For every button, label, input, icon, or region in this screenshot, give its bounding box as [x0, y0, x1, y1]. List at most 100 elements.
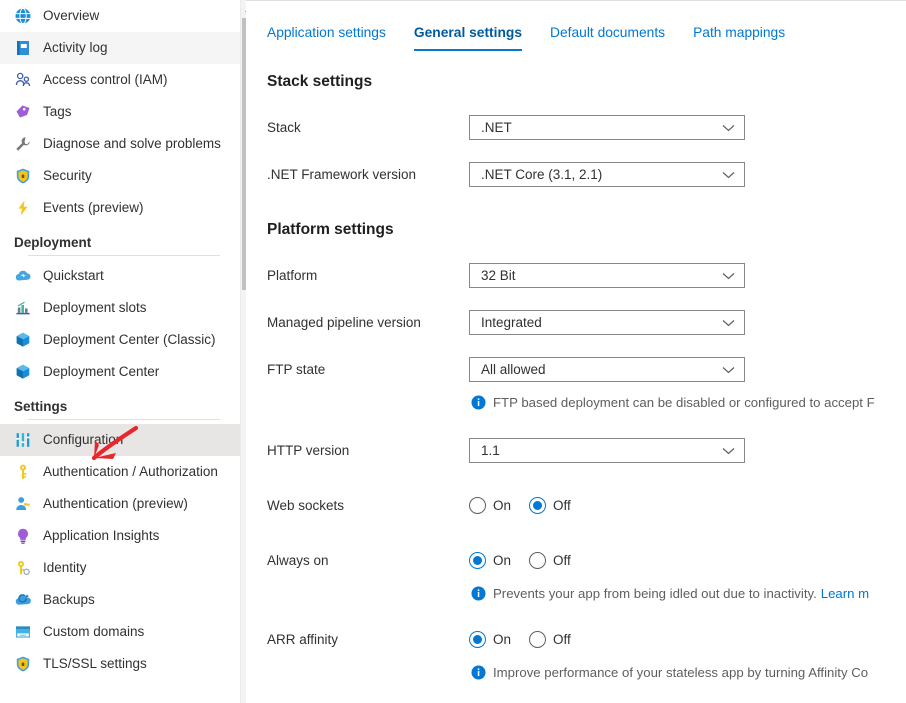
sidebar-item-label: Authentication / Authorization [43, 464, 218, 479]
label-managed-pipeline-version: Managed pipeline version [267, 315, 421, 330]
tab-application-settings[interactable]: Application settings [267, 25, 386, 51]
stack-dropdown[interactable]: .NET [469, 115, 745, 140]
sidebar-group-divider [28, 419, 220, 420]
managed-pipeline-version-dropdown[interactable]: Integrated [469, 310, 745, 335]
backup-cloud-icon [14, 591, 32, 609]
sidebar-group-title-settings: Settings [14, 399, 68, 414]
chevron-down-icon [722, 120, 736, 135]
sidebar-item-configuration[interactable]: Configuration [0, 424, 240, 456]
radio-indicator[interactable] [529, 631, 547, 648]
sidebar-group-divider [28, 255, 220, 256]
sidebar-item-authentication-authorization[interactable]: Authentication / Authorization [0, 456, 240, 488]
sidebar-item-tags[interactable]: Tags [0, 96, 240, 128]
arr-affinity-off-option[interactable]: Off [529, 631, 571, 648]
sidebar-item-application-insights[interactable]: Application Insights [0, 520, 240, 552]
sidebar-item-label: Security [43, 168, 92, 183]
stack-dropdown-value: .NET [481, 120, 512, 135]
sidebar-item-tls-ssl-settings[interactable]: TLS/SSL settings [0, 648, 240, 680]
arr-affinity-off-label: Off [553, 632, 571, 647]
cube-icon [14, 363, 32, 381]
always-on-off-label: Off [553, 553, 571, 568]
http-version-value: 1.1 [481, 443, 500, 458]
chart-icon [14, 299, 32, 317]
row-http-version: HTTP version 1.1 [246, 434, 906, 467]
always-on-off-option[interactable]: Off [529, 552, 571, 569]
arr-affinity-radio-group: On Off [469, 631, 906, 648]
info-icon [471, 395, 486, 410]
row-web-sockets: Web sockets On Off [246, 489, 906, 522]
sidebar-item-quickstart[interactable]: Quickstart [0, 260, 240, 292]
always-on-radio-group: On Off [469, 552, 906, 569]
row-arr-affinity: ARR affinity On Off [246, 623, 906, 656]
cube-icon [14, 331, 32, 349]
sidebar-item-label: Tags [43, 104, 72, 119]
wrench-icon [14, 135, 32, 153]
sidebar-item-label: Backups [43, 592, 95, 607]
sidebar-item-label: Custom domains [43, 624, 145, 639]
radio-indicator[interactable] [469, 552, 486, 569]
always-on-info-text: Prevents your app from being idled out d… [493, 586, 817, 601]
web-sockets-off-label: Off [553, 498, 571, 513]
radio-indicator[interactable] [529, 497, 547, 514]
sidebar-item-label: Quickstart [43, 268, 104, 283]
configuration-content-panel: Application settings General settings Defa… [246, 0, 906, 703]
shield-icon [14, 167, 32, 185]
ftp-state-dropdown[interactable]: All allowed [469, 357, 745, 382]
web-sockets-off-option[interactable]: Off [529, 497, 571, 514]
sidebar-item-identity[interactable]: Identity [0, 552, 240, 584]
info-icon [471, 665, 486, 680]
sidebar-item-overview[interactable]: Overview [0, 0, 240, 32]
svg-text:www: www [20, 633, 27, 637]
sidebar-item-deployment-slots[interactable]: Deployment slots [0, 292, 240, 324]
sidebar-item-label: Identity [43, 560, 87, 575]
sidebar-item-diagnose-and-solve-problems[interactable]: Diagnose and solve problems [0, 128, 240, 160]
web-sockets-on-option[interactable]: On [469, 497, 511, 514]
sidebar-item-deployment-center-classic[interactable]: Deployment Center (Classic) [0, 324, 240, 356]
label-web-sockets: Web sockets [267, 498, 345, 513]
arr-affinity-info-text: Improve performance of your stateless ap… [493, 665, 869, 680]
tab-general-settings[interactable]: General settings [413, 25, 523, 51]
label-arr-affinity: ARR affinity [267, 632, 339, 647]
platform-settings-heading: Platform settings [267, 221, 394, 238]
managed-pipeline-version-value: Integrated [481, 315, 542, 330]
sidebar-item-security[interactable]: Security [0, 160, 240, 192]
sidebar-item-events-preview[interactable]: Events (preview) [0, 192, 240, 224]
settings-tab-bar: Application settings General settings Defa… [246, 1, 906, 51]
arr-affinity-on-label: On [493, 632, 512, 647]
sidebar-item-authentication-preview[interactable]: Authentication (preview) [0, 488, 240, 520]
radio-indicator[interactable] [469, 497, 486, 514]
identity-key-icon [14, 559, 32, 577]
dotnet-framework-version-value: .NET Core (3.1, 2.1) [481, 167, 603, 182]
always-on-on-option[interactable]: On [469, 552, 511, 569]
sidebar-item-access-control-iam[interactable]: Access control (IAM) [0, 64, 240, 96]
chevron-down-icon [722, 443, 736, 458]
tab-default-documents[interactable]: Default documents [550, 25, 665, 51]
sidebar-item-label: Events (preview) [43, 200, 144, 215]
sidebar-item-label: Deployment Center [43, 364, 160, 379]
arr-affinity-on-option[interactable]: On [469, 631, 511, 648]
label-http-version: HTTP version [267, 443, 350, 458]
http-version-dropdown[interactable]: 1.1 [469, 438, 745, 463]
row-always-on: Always on On Off [246, 544, 906, 577]
azure-portal-configuration-page: Overview Activity log Access control (IAM)… [0, 0, 906, 703]
dotnet-framework-version-dropdown[interactable]: .NET Core (3.1, 2.1) [469, 162, 745, 187]
platform-dropdown[interactable]: 32 Bit [469, 263, 745, 288]
row-dotnet-framework-version: .NET Framework version .NET Core (3.1, 2… [246, 158, 906, 191]
radio-indicator[interactable] [529, 552, 547, 569]
sidebar-item-activity-log[interactable]: Activity log [0, 32, 240, 64]
sidebar-item-label: Configuration [43, 432, 124, 447]
sidebar-item-deployment-center[interactable]: Deployment Center [0, 356, 240, 388]
chevron-down-icon [722, 362, 736, 377]
always-on-learn-more-link[interactable]: Learn m [821, 586, 869, 601]
sidebar-item-backups[interactable]: Backups [0, 584, 240, 616]
tab-path-mappings[interactable]: Path mappings [693, 25, 785, 51]
radio-indicator[interactable] [469, 631, 486, 648]
ftp-state-value: All allowed [481, 362, 546, 377]
ftp-state-info: FTP based deployment can be disabled or … [246, 395, 906, 410]
sidebar-item-custom-domains[interactable]: www Custom domains [0, 616, 240, 648]
domain-icon: www [14, 623, 32, 641]
sidebar-item-label: Diagnose and solve problems [43, 136, 221, 151]
row-stack: Stack .NET [246, 111, 906, 144]
row-ftp-state: FTP state All allowed [246, 353, 906, 386]
row-managed-pipeline-version: Managed pipeline version Integrated [246, 306, 906, 339]
